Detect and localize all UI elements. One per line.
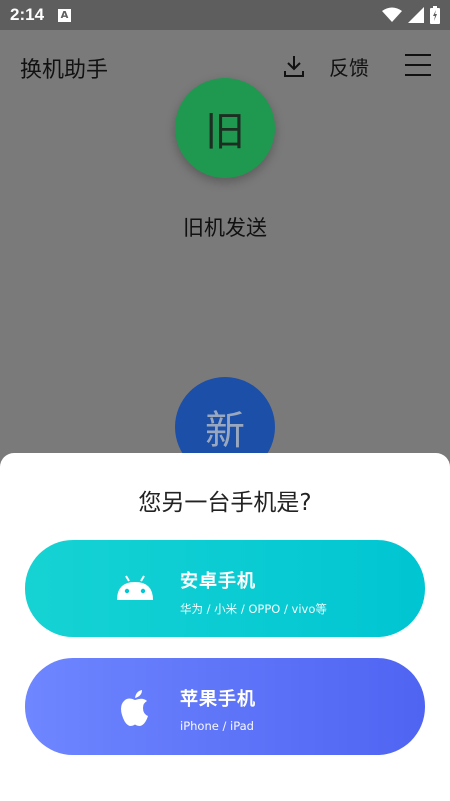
android-option-title: 安卓手机 <box>180 571 256 592</box>
old-phone-button[interactable]: 旧 <box>175 78 275 178</box>
cell-signal-icon <box>408 7 424 23</box>
battery-icon <box>430 6 440 24</box>
android-phone-option[interactable]: 安卓手机 华为 / 小米 / OPPO / vivo等 <box>25 540 425 637</box>
apple-icon <box>121 690 148 726</box>
status-bar: 2:14 A <box>0 0 450 30</box>
sheet-title: 您另一台手机是? <box>138 490 312 516</box>
new-phone-glyph: 新 <box>205 408 245 454</box>
wifi-icon <box>382 7 402 22</box>
apple-phone-option[interactable]: 苹果手机 iPhone / iPad <box>25 658 425 755</box>
status-time: 2:14 <box>10 5 45 24</box>
app-title: 换机助手 <box>20 58 109 83</box>
feedback-button[interactable]: 反馈 <box>329 52 369 81</box>
bottom-sheet: 您另一台手机是? 安卓手机 华为 / 小米 / OPPO / vivo等 苹果手… <box>0 453 450 801</box>
menu-icon[interactable] <box>405 54 431 76</box>
android-icon <box>117 575 153 600</box>
old-phone-glyph: 旧 <box>205 109 245 155</box>
old-phone-label: 旧机发送 <box>183 216 267 240</box>
apple-option-subtitle: iPhone / iPad <box>180 719 254 733</box>
android-option-subtitle: 华为 / 小米 / OPPO / vivo等 <box>180 602 327 616</box>
status-icons <box>382 6 440 24</box>
download-icon[interactable] <box>283 54 305 78</box>
notification-a-icon: A <box>58 8 72 22</box>
apple-option-title: 苹果手机 <box>180 689 256 710</box>
